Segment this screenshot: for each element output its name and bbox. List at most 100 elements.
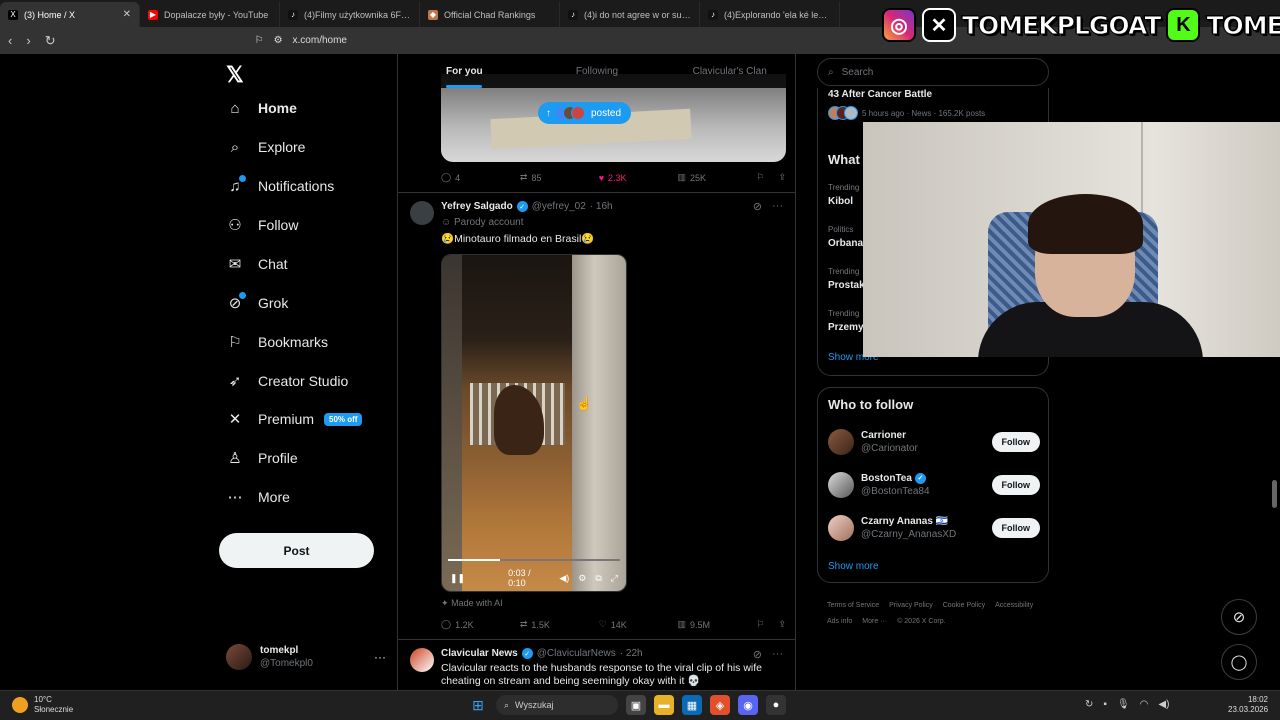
nav-item-home[interactable]: ⌂ Home	[226, 99, 296, 117]
file-explorer-icon[interactable]: ▬	[654, 695, 674, 715]
windows-start-icon[interactable]: ⊞	[468, 695, 488, 715]
footer-link[interactable]: © 2026 X Corp.	[897, 614, 945, 630]
nav-item-premium[interactable]: ✕ Premium 50% off	[226, 410, 363, 428]
bookmark-icon[interactable]: ⚐	[756, 619, 764, 630]
browser-tab[interactable]: ♪ (4)i do not agree w or support	[560, 2, 700, 27]
task-view-icon[interactable]: ▣	[626, 695, 646, 715]
follow-suggestion[interactable]: Carrioner @Carionator Follow	[828, 427, 1040, 457]
footer-link[interactable]: More ···	[862, 614, 887, 630]
nav-item-explore[interactable]: ⌕ Explore	[226, 138, 306, 156]
like-button[interactable]: ♡ 14K	[599, 619, 678, 630]
repost-button[interactable]: ⇄ 85	[520, 172, 599, 183]
repost-button[interactable]: ⇄ 1.5K	[520, 619, 599, 630]
tab-clavicular-clan[interactable]: Clavicular's Clan	[663, 54, 795, 88]
trend-name[interactable]: Kibol	[828, 196, 853, 207]
app-tray-icon[interactable]: ▪	[1103, 699, 1107, 710]
x-logo-icon[interactable]: 𝕏	[226, 62, 244, 88]
forward-icon[interactable]: ›	[26, 33, 30, 48]
nav-item-more[interactable]: ⋯ More	[226, 488, 290, 506]
weather-widget[interactable]: 10°C Słonecznie	[12, 695, 73, 715]
scrollbar[interactable]	[1272, 480, 1277, 508]
bookmark-icon[interactable]: ⚐	[756, 172, 764, 183]
author-name[interactable]: Clavicular News	[441, 648, 518, 659]
volume-icon[interactable]: ◀)	[559, 573, 569, 584]
grok-icon[interactable]: ⊘	[753, 648, 762, 661]
follow-suggestion[interactable]: Czarny Ananas 🇮🇱 @Czarny_AnanasXD Follow	[828, 513, 1040, 543]
system-clock[interactable]: 18:02 23.03.2026	[1228, 695, 1268, 715]
like-button[interactable]: ♥ 2.3K	[599, 172, 678, 183]
trend-name[interactable]: Przemy	[828, 322, 864, 333]
wifi-icon[interactable]: ◠	[1140, 699, 1149, 710]
grok-button[interactable]: ⊘	[1221, 599, 1257, 635]
browser-tab[interactable]: ▶ Dopalacze były - YouTube	[140, 2, 280, 27]
footer-link[interactable]: Cookie Policy	[943, 598, 985, 614]
reply-button[interactable]: ◯ 1.2K	[441, 619, 520, 630]
wtf-show-more[interactable]: Show more	[828, 561, 879, 572]
top-trend-title[interactable]: 43 After Cancer Battle	[828, 89, 932, 100]
more-icon[interactable]: ···	[772, 648, 783, 661]
nav-item-chat[interactable]: ✉ Chat	[226, 255, 288, 273]
author-name[interactable]: Yefrey Salgado	[441, 201, 513, 212]
back-icon[interactable]: ‹	[8, 33, 12, 48]
grok-icon[interactable]: ⊘	[753, 200, 762, 213]
trend-name[interactable]: Prostak	[828, 280, 865, 291]
close-icon[interactable]: ✕	[123, 9, 131, 20]
share-icon[interactable]: ⇪	[778, 619, 786, 630]
follow-button[interactable]: Follow	[991, 475, 1040, 495]
browser-tab[interactable]: X (3) Home / X ✕	[0, 2, 140, 27]
volume-icon[interactable]: ◀)	[1158, 699, 1169, 710]
nav-item-notifications[interactable]: ♫ Notifications	[226, 175, 334, 195]
trend-name[interactable]: Orbana	[828, 238, 863, 249]
post-time[interactable]: · 16h	[590, 201, 613, 212]
account-switcher[interactable]: tomekpl @Tomekpl0 ···	[226, 644, 386, 670]
footer-link[interactable]: Accessibility	[995, 598, 1033, 614]
pip-icon[interactable]: ⧉	[595, 573, 601, 584]
nav-item-follow[interactable]: ⚇ Follow	[226, 216, 298, 234]
brave-browser-icon[interactable]: ◈	[710, 695, 730, 715]
follow-suggestion[interactable]: BostonTea ✓ @BostonTea84 Follow	[828, 470, 1040, 500]
nav-item-profile[interactable]: ♙ Profile	[226, 449, 297, 467]
search-input[interactable]: ⌕ Search	[817, 58, 1049, 86]
app-icon[interactable]: ●	[766, 695, 786, 715]
address-bar[interactable]: ⚐ ⚙ x.com/home	[255, 35, 347, 46]
footer-link[interactable]: Privacy Policy	[889, 598, 933, 614]
author-handle[interactable]: @yefrey_02	[532, 201, 586, 212]
site-info-icon[interactable]: ⚙	[274, 35, 283, 46]
chat-button[interactable]: ◯	[1221, 644, 1257, 680]
follow-button[interactable]: Follow	[991, 432, 1040, 452]
reply-button[interactable]: ◯ 4	[441, 172, 520, 183]
avatar[interactable]	[410, 648, 434, 672]
pause-icon[interactable]: ❚❚	[450, 573, 465, 584]
browser-tab[interactable]: ♪ (4)Filmy użytkownika 6Foot5Fr	[280, 2, 420, 27]
fullscreen-icon[interactable]: ⤢	[611, 573, 618, 584]
share-icon[interactable]: ⇪	[778, 172, 786, 183]
browser-tab[interactable]: ♪ (4)Explorando 'ela ké lehtada'	[700, 2, 840, 27]
discord-icon[interactable]: ◉	[738, 695, 758, 715]
reload-icon[interactable]: ↻	[45, 33, 56, 49]
more-icon[interactable]: ···	[772, 200, 783, 213]
nav-item-bookmarks[interactable]: ⚐ Bookmarks	[226, 333, 328, 351]
footer-link[interactable]: Terms of Service	[827, 598, 879, 614]
post-button[interactable]: Post	[219, 533, 374, 568]
microphone-icon[interactable]: 🎙	[1117, 699, 1130, 710]
views-button[interactable]: ▥ 25K	[678, 172, 757, 183]
avatar[interactable]	[410, 201, 434, 225]
video-progress-bar[interactable]	[448, 559, 620, 561]
store-icon[interactable]: ▦	[682, 695, 702, 715]
sync-icon[interactable]: ↻	[1085, 699, 1093, 710]
taskbar-search[interactable]: ⌕ Wyszukaj	[496, 695, 618, 715]
views-button[interactable]: ▥ 9.5M	[678, 619, 757, 630]
follow-button[interactable]: Follow	[991, 518, 1040, 538]
author-handle[interactable]: @ClavicularNews	[537, 648, 616, 659]
more-icon[interactable]: ···	[374, 650, 386, 664]
nav-item-creator-studio[interactable]: ➶ Creator Studio	[226, 372, 349, 390]
nav-item-grok[interactable]: ⊘ Grok	[226, 292, 288, 312]
tab-following[interactable]: Following	[531, 54, 664, 88]
post-time[interactable]: · 22h	[620, 648, 643, 659]
footer-link[interactable]: Ads info	[827, 614, 852, 630]
browser-tab[interactable]: ◆ Official Chad Rankings	[420, 2, 560, 27]
post-video[interactable]: ❚❚ 0:03 / 0:10 ◀) ⚙ ⧉ ⤢	[441, 254, 627, 592]
bookmark-page-icon[interactable]: ⚐	[255, 35, 264, 46]
new-posts-pill[interactable]: ↑ posted	[538, 102, 632, 124]
tab-for-you[interactable]: For you	[398, 54, 531, 88]
